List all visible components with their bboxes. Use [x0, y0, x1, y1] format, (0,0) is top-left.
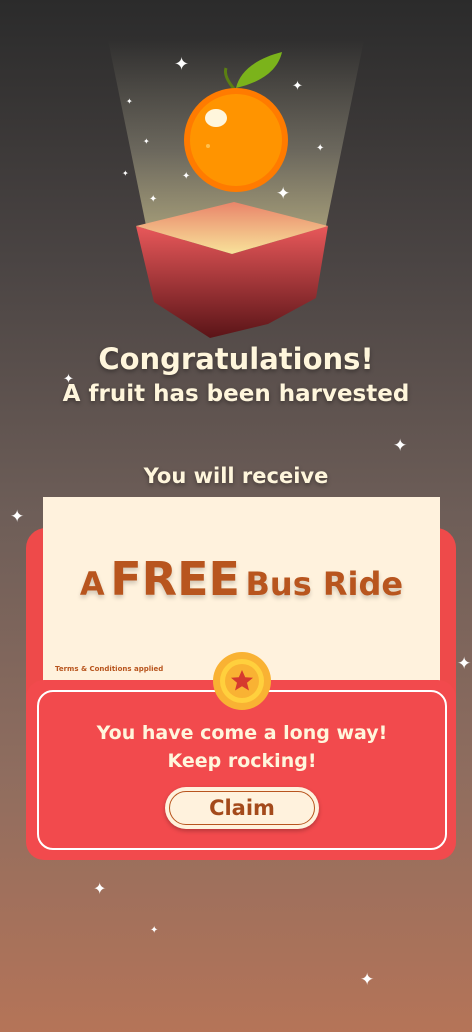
gift-box-icon	[136, 202, 328, 338]
claim-button[interactable]: Claim	[165, 787, 319, 829]
sparkle-icon: ✦	[150, 925, 159, 936]
page-subtitle: A fruit has been harvested	[62, 381, 410, 407]
sparkle-icon: ✦	[360, 970, 375, 990]
offer-text: A FREE Bus Ride	[43, 552, 440, 606]
claim-button-label: Claim	[169, 791, 315, 825]
offer-suffix: Bus Ride	[245, 565, 404, 603]
sparkle-icon: ✦	[126, 97, 133, 106]
sparkle-icon: ✦	[10, 507, 25, 527]
claim-panel-border: You have come a long way! Keep rocking! …	[37, 690, 447, 850]
sparkle-icon: ✦	[393, 436, 408, 456]
terms-link[interactable]: Terms & Conditions applied	[55, 665, 163, 673]
sparkle-icon: ✦	[143, 137, 150, 146]
offer-highlight: FREE	[110, 552, 240, 606]
sparkle-icon: ✦	[93, 879, 107, 898]
page-title: Congratulations!	[98, 342, 374, 376]
message-line-1: You have come a long way!	[96, 722, 388, 744]
sparkle-icon: ✦	[316, 143, 325, 154]
star-medal-icon	[213, 652, 271, 710]
offer-prefix: A	[79, 565, 105, 603]
orange-icon	[184, 52, 288, 192]
message-line-2: Keep rocking!	[167, 750, 317, 772]
receive-label: You will receive	[143, 464, 329, 488]
sparkle-icon: ✦	[122, 169, 129, 178]
sparkle-icon: ✦	[457, 654, 472, 674]
